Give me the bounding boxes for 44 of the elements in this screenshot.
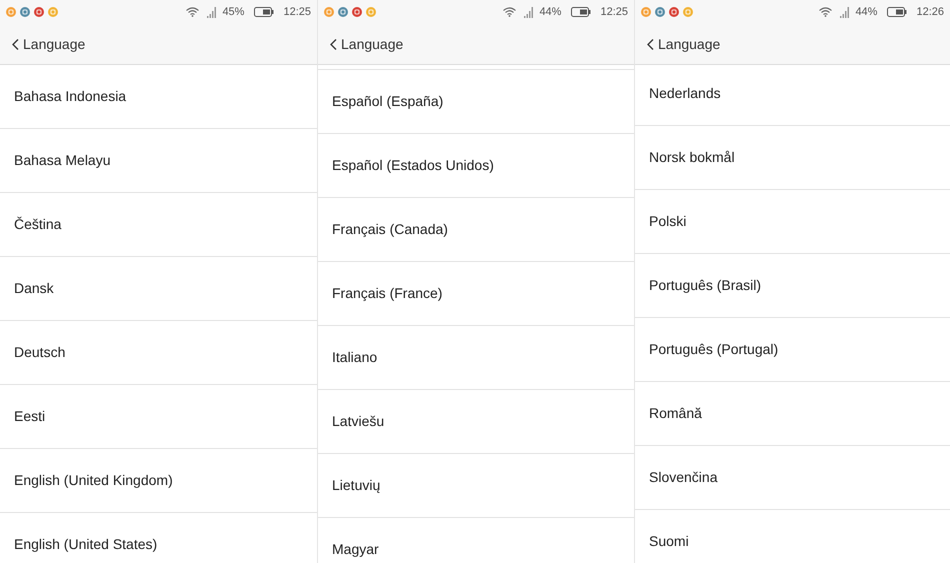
notification-icon <box>324 7 334 17</box>
back-button[interactable] <box>647 38 654 50</box>
battery-icon <box>887 7 908 17</box>
notification-icon <box>6 7 16 17</box>
wifi-icon <box>503 7 516 17</box>
notification-icon <box>655 7 665 17</box>
notification-icon <box>48 7 58 17</box>
language-item[interactable]: Slovenčina <box>635 446 950 510</box>
battery-icon <box>571 7 592 17</box>
back-icon <box>330 38 337 50</box>
signal-icon <box>207 6 216 18</box>
battery-percent: 44% <box>539 4 562 20</box>
language-item[interactable]: Norsk bokmål <box>635 126 950 190</box>
language-item[interactable]: Suomi <box>635 510 950 563</box>
notification-icon <box>338 7 348 17</box>
notification-icon <box>34 7 44 17</box>
language-item[interactable]: Nederlands <box>635 62 950 126</box>
notification-icon <box>366 7 376 17</box>
signal-icon <box>840 6 850 18</box>
battery-icon <box>254 7 274 17</box>
language-item[interactable]: Polski <box>635 190 950 254</box>
language-item[interactable]: Português (Brasil) <box>635 254 950 318</box>
battery-percent: 44% <box>855 4 878 20</box>
back-icon <box>12 38 19 50</box>
language-item[interactable]: Română <box>635 382 950 446</box>
wifi-icon <box>186 7 200 17</box>
screen-title: Language <box>341 34 404 54</box>
back-button[interactable] <box>330 38 337 50</box>
battery-percent: 45% <box>222 4 244 20</box>
screen-title: Language <box>23 34 86 54</box>
notification-icon <box>669 7 679 17</box>
screen-title: Language <box>658 34 720 54</box>
notification-icon <box>683 7 693 17</box>
notification-icon <box>641 7 651 17</box>
wifi-icon <box>819 7 832 17</box>
language-item[interactable]: Português (Portugal) <box>635 318 950 382</box>
back-button[interactable] <box>12 38 19 50</box>
notification-icon <box>352 7 362 17</box>
back-icon <box>647 38 654 50</box>
signal-icon <box>524 6 534 18</box>
clock: 12:25 <box>283 4 311 20</box>
notification-icon <box>20 7 30 17</box>
clock: 12:26 <box>916 4 944 20</box>
clock: 12:25 <box>600 4 628 20</box>
